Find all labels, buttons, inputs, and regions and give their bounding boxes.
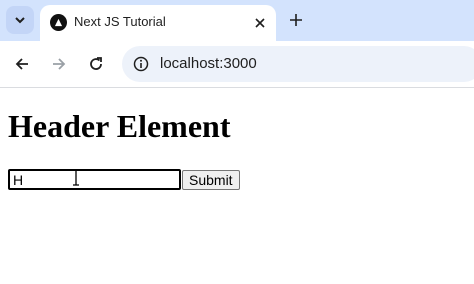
text-input[interactable] — [8, 169, 181, 190]
nextjs-triangle-icon — [50, 14, 67, 31]
page-heading: Header Element — [8, 108, 231, 144]
close-icon — [255, 18, 265, 28]
info-icon — [133, 56, 149, 72]
tab-search-button[interactable] — [6, 6, 34, 34]
browser-toolbar: localhost:3000 — [0, 41, 474, 88]
back-button[interactable] — [10, 52, 34, 76]
site-info-button[interactable] — [130, 53, 152, 75]
plus-icon — [290, 14, 302, 26]
reload-button[interactable] — [84, 52, 108, 76]
chevron-down-icon — [15, 17, 25, 24]
text-cursor-icon — [73, 169, 79, 186]
tab-close-button[interactable] — [250, 13, 270, 33]
forward-button[interactable] — [47, 52, 71, 76]
tab-title: Next JS Tutorial — [74, 14, 166, 29]
arrow-left-icon — [15, 58, 28, 70]
new-tab-button[interactable] — [285, 9, 307, 31]
address-bar[interactable]: localhost:3000 — [122, 46, 474, 82]
browser-tab[interactable]: Next JS Tutorial — [40, 5, 276, 41]
url-text[interactable]: localhost:3000 — [160, 55, 257, 72]
arrow-right-icon — [53, 58, 66, 70]
tab-strip: Next JS Tutorial — [0, 0, 474, 41]
submit-button[interactable]: Submit — [182, 170, 240, 190]
reload-icon — [90, 57, 102, 70]
